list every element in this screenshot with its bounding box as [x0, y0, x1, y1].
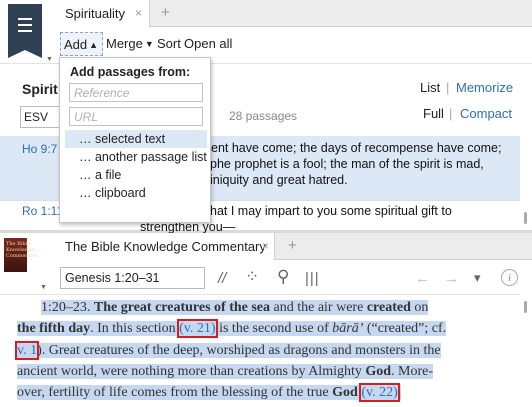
menu-caret-icon[interactable]: ▾: [474, 270, 481, 286]
resource-toolbar: Genesis 1:20–31 // ⁘ ⚲ ||| ← → ▾ i: [55, 261, 532, 294]
close-icon[interactable]: ×: [135, 6, 142, 20]
tab-label: The Bible Knowledge Commentary: [65, 239, 266, 254]
caret-up-icon: ▲: [89, 40, 99, 50]
book-cover-text: The Bible Knowledge Commentary: [6, 241, 39, 259]
panel-menu-button[interactable]: ▼: [8, 4, 53, 63]
passage-reference[interactable]: Ro 1:11: [22, 204, 63, 218]
url-input[interactable]: URL: [69, 107, 203, 126]
scrollbar-thumb[interactable]: [524, 301, 527, 313]
merge-button[interactable]: Merge ▼: [106, 36, 154, 51]
cross-reference-link[interactable]: (v. 22): [359, 383, 400, 402]
view-list-link[interactable]: List: [420, 80, 440, 95]
text-span: God: [365, 364, 392, 379]
columns-icon[interactable]: |||: [305, 270, 320, 287]
chevron-down-icon[interactable]: ▼: [40, 284, 47, 291]
tab-bible-knowledge-commentary[interactable]: The Bible Knowledge Commentary ×: [55, 233, 275, 260]
text-span: God: [332, 385, 358, 400]
text-span: and the air were: [270, 300, 367, 315]
passage-text: phe prophet is a fool; the man of the sp…: [210, 157, 484, 171]
sort-button[interactable]: Sort: [157, 36, 181, 51]
text-span: bārā’: [332, 321, 364, 336]
text-span: 1:20–23.: [41, 300, 94, 315]
passage-count: 28 passages: [229, 109, 298, 123]
menu-item-clipboard[interactable]: … clipboard: [65, 184, 207, 202]
menu-item-another-passage-list[interactable]: … another passage list: [65, 148, 207, 166]
version-field[interactable]: ESV: [20, 106, 60, 128]
open-all-button[interactable]: Open all: [184, 36, 232, 51]
passage-text: iniquity and great hatred.: [210, 173, 348, 187]
tab-spirituality[interactable]: Spirituality ×: [55, 0, 150, 27]
caret-down-icon: ▼: [144, 39, 154, 49]
tab-strip: Spirituality × +: [55, 0, 532, 27]
separator: |: [449, 106, 453, 121]
passage-reference[interactable]: Ho 9:7: [22, 142, 57, 156]
text-span: created: [366, 300, 411, 315]
app-window: ▼ Spirituality × + Add ▲ Merge ▼ Sort Open…: [0, 0, 532, 407]
text-line: v. 1). Great creatures of the deep, wors…: [14, 341, 441, 362]
menu-heading: Add passages from:: [70, 65, 191, 79]
chevron-down-icon[interactable]: ▼: [46, 56, 53, 63]
commentary-panel: The Bible Knowledge Commentary ▼ The Bib…: [0, 233, 532, 407]
menu-item-file[interactable]: … a file: [65, 166, 207, 184]
add-passages-menu: Add passages from: Reference URL … selec…: [59, 57, 211, 223]
text-span: is the second use of: [215, 321, 333, 336]
tab-label: Spirituality: [65, 6, 125, 21]
cross-reference-link[interactable]: (v. 21): [177, 319, 218, 338]
text-line: ancient world, were nothing more than cr…: [17, 362, 434, 383]
passage-text: ent have come; the days of recompense ha…: [211, 141, 502, 155]
text-span: the fifth day: [17, 321, 91, 336]
people-icon[interactable]: ⁘: [245, 267, 259, 287]
forward-arrow-icon[interactable]: →: [444, 270, 459, 287]
menu-item-selected-text[interactable]: … selected text: [65, 130, 207, 148]
reference-input[interactable]: Genesis 1:20–31: [60, 267, 205, 289]
text-span: .: [397, 385, 402, 400]
add-tab-icon[interactable]: +: [288, 237, 297, 254]
compact-link[interactable]: Compact: [460, 106, 512, 121]
text-line: over, fertility of life comes from the b…: [17, 383, 402, 404]
info-icon[interactable]: i: [501, 269, 518, 286]
full-link[interactable]: Full: [423, 106, 444, 121]
text-span: . In this section: [90, 321, 180, 336]
merge-label: Merge: [106, 36, 143, 51]
book-cover[interactable]: The Bible Knowledge Commentary: [4, 238, 39, 272]
separator: |: [446, 80, 450, 95]
list-title[interactable]: Spirit: [22, 81, 58, 97]
add-label: Add: [64, 37, 88, 52]
passage-text: hat I may impart to you some spiritual g…: [210, 204, 452, 218]
reference-input[interactable]: Reference: [69, 83, 203, 102]
search-icon[interactable]: ⚲: [277, 267, 289, 287]
text-span: on: [410, 300, 429, 315]
text-span: over, fertility of life comes from the b…: [17, 385, 333, 400]
text-span: ancient world, were nothing more than cr…: [17, 364, 366, 379]
text-line: 1:20–23. The great creatures of the sea …: [41, 298, 429, 319]
close-icon[interactable]: ×: [262, 239, 269, 253]
text-span: (“created”; cf.: [363, 321, 447, 336]
text-span: ). Great creatures of the deep, worshipe…: [37, 343, 441, 358]
parallel-resources-icon[interactable]: //: [218, 270, 226, 287]
text-line: the fifth day. In this section (v. 21) i…: [17, 319, 447, 340]
tab-strip: The Bible Knowledge Commentary × +: [55, 233, 532, 260]
add-button[interactable]: Add ▲: [60, 32, 104, 56]
add-tab-icon[interactable]: +: [161, 4, 170, 21]
memorize-link[interactable]: Memorize: [456, 80, 513, 95]
back-arrow-icon[interactable]: ←: [415, 270, 430, 287]
commentary-text: 1:20–23. The great creatures of the sea …: [0, 294, 520, 407]
text-span: . More-: [391, 364, 434, 379]
scrollbar-thumb[interactable]: [524, 212, 527, 224]
cross-reference-link[interactable]: v. 1: [14, 341, 40, 360]
text-span: The great creatures of the sea: [93, 300, 271, 315]
list-icon: [18, 18, 32, 36]
